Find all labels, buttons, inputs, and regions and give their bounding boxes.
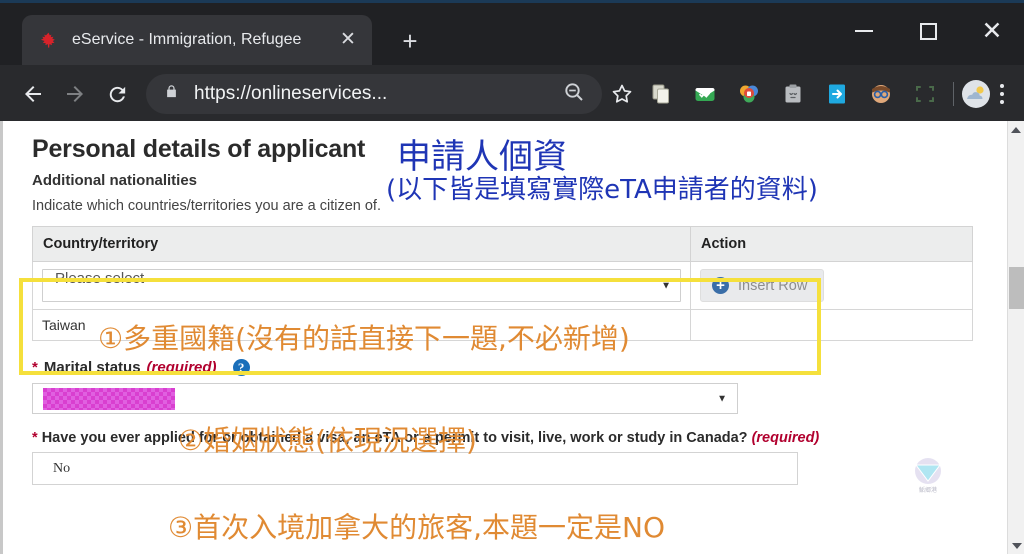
three-dots-menu-icon[interactable]: [991, 74, 1012, 114]
padlock-icon: [164, 83, 180, 105]
marital-status-select[interactable]: ▼: [32, 383, 738, 414]
star-icon[interactable]: [610, 74, 635, 114]
page-content: Personal details of applicant 申請人個資 (以下皆…: [0, 121, 1008, 554]
marital-status-label-text: Marital status: [43, 359, 141, 376]
weather-profile-avatar[interactable]: [961, 74, 991, 114]
table-header-row: Country/territory Action: [32, 226, 973, 262]
marital-status-label: * Marital status (required) ?: [32, 359, 988, 376]
tab-title: eService - Immigration, Refugee: [72, 31, 302, 48]
maple-leaf-favicon: [38, 30, 58, 50]
table-row: Please select ▼ + Insert Row: [32, 261, 973, 310]
screen-capture-extension-icon[interactable]: [905, 74, 945, 114]
tab-strip: eService - Immigration, Refugee ✕ + ✕: [0, 3, 1024, 65]
url-text: https://onlineservices...: [194, 83, 388, 104]
country-select-cell: Please select ▼: [32, 261, 691, 310]
required-star: *: [32, 430, 38, 446]
password-manager-extension-icon[interactable]: [729, 74, 769, 114]
maximize-button[interactable]: [896, 3, 960, 59]
zoom-out-icon[interactable]: [562, 80, 588, 109]
close-window-button[interactable]: ✕: [960, 3, 1024, 59]
country-select-wrapper: Please select ▼: [42, 269, 681, 302]
window-controls: ✕: [832, 3, 1024, 59]
scroll-down-arrow-icon[interactable]: [1008, 537, 1024, 554]
insert-row-button[interactable]: + Insert Row: [700, 269, 825, 302]
scroll-up-arrow-icon[interactable]: [1008, 121, 1024, 138]
back-button[interactable]: [12, 73, 54, 115]
browser-window: eService - Immigration, Refugee ✕ + ✕ ht…: [0, 0, 1024, 554]
redaction-block: [43, 388, 175, 410]
question-mark-help-icon[interactable]: ?: [232, 359, 250, 376]
required-text: (required): [751, 430, 820, 446]
required-text: (required): [146, 359, 217, 376]
page-viewport: Personal details of applicant 申請人個資 (以下皆…: [0, 121, 1024, 554]
marital-status-row: ▼: [32, 383, 738, 414]
tab-eservice[interactable]: eService - Immigration, Refugee ✕: [22, 15, 372, 65]
insert-row-label: Insert Row: [738, 277, 808, 294]
page-scrollbar[interactable]: [1007, 121, 1024, 554]
chevron-down-icon: ▼: [717, 393, 727, 404]
toolbar-divider: [952, 82, 954, 106]
visa-question-label: * Have you ever applied for or obtained …: [32, 430, 988, 446]
blue-annotation-line2: (以下皆是填寫實際eTA申請者的資料): [386, 175, 818, 205]
address-bar[interactable]: https://onlineservices...: [146, 74, 602, 114]
extensions-row: [641, 74, 945, 114]
avatar-glasses-extension-icon[interactable]: [861, 74, 901, 114]
green-mail-extension-icon[interactable]: [685, 74, 725, 114]
scrollbar-thumb[interactable]: [1009, 267, 1024, 309]
country-select[interactable]: Please select: [42, 269, 681, 302]
column-header-country: Country/territory: [32, 226, 691, 262]
plus-circle-icon: +: [712, 277, 729, 294]
copy-documents-extension-icon[interactable]: [641, 74, 681, 114]
tab-close-icon[interactable]: ✕: [336, 28, 360, 52]
minimize-button[interactable]: [832, 3, 896, 59]
orange-annotation-3: ③首次入境加拿大的旅客,本題一定是NO: [168, 511, 665, 544]
forward-button[interactable]: [54, 73, 96, 115]
browser-toolbar: https://onlineservices...: [0, 65, 1024, 123]
page-title: Personal details of applicant: [32, 135, 366, 163]
diamond-logo-watermark: 鮜郷港: [906, 455, 950, 495]
column-header-action: Action: [690, 226, 973, 262]
action-cell-empty: [690, 309, 973, 341]
orange-annotation-1: ①多重國籍(沒有的話直接下一題,不必新增): [98, 322, 630, 355]
clipboard-extension-icon[interactable]: [773, 74, 813, 114]
svg-text:鮜郷港: 鮜郷港: [919, 486, 937, 494]
new-tab-button[interactable]: +: [390, 21, 430, 61]
orange-annotation-2: ②婚姻狀態(依現況選擇): [178, 424, 477, 457]
reload-button[interactable]: [96, 73, 138, 115]
action-cell: + Insert Row: [690, 261, 973, 310]
blue-export-extension-icon[interactable]: [817, 74, 857, 114]
required-star: *: [32, 359, 38, 376]
